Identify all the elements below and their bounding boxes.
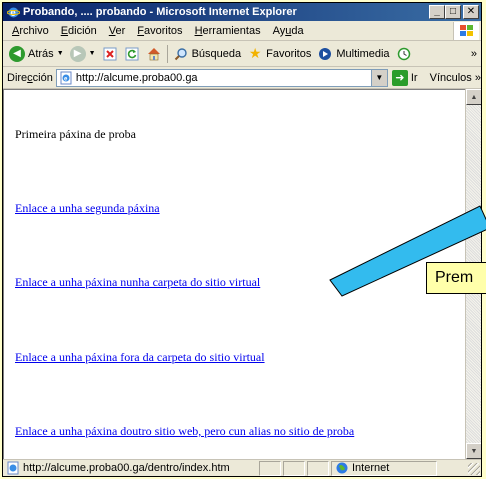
- search-icon: [173, 46, 189, 62]
- favorites-star-icon: ★: [248, 45, 262, 61]
- toolbar-more-button[interactable]: »: [468, 48, 481, 60]
- history-icon: [396, 46, 412, 62]
- svg-text:e: e: [10, 8, 16, 19]
- multimedia-button[interactable]: Multimedia: [314, 46, 392, 62]
- address-dropdown-icon[interactable]: ▼: [370, 69, 387, 86]
- link-alias-site-page[interactable]: Enlace a unha páxina doutro sitio web, p…: [15, 424, 354, 439]
- menu-favoritos[interactable]: Favoritos: [131, 25, 188, 37]
- windows-logo-icon: [453, 22, 479, 40]
- refresh-icon: [124, 46, 140, 62]
- home-icon: [146, 46, 162, 62]
- home-button[interactable]: [143, 46, 165, 62]
- toolbar: ◀ Atrás ▼ ▶ ▼ Búsqueda ★ Favoritos Multi…: [3, 41, 481, 67]
- menu-edicion[interactable]: Edición: [55, 25, 103, 37]
- back-dropdown-icon[interactable]: ▼: [57, 50, 64, 57]
- menu-archivo[interactable]: Archivo: [6, 25, 55, 37]
- back-button[interactable]: ◀ Atrás ▼: [6, 45, 67, 62]
- status-cell: [283, 460, 305, 476]
- link-second-page[interactable]: Enlace a unha segunda páxina: [15, 201, 160, 216]
- page-content: Primeira páxina de proba Enlace a unha s…: [3, 89, 465, 459]
- scroll-up-button[interactable]: ▲: [466, 89, 481, 105]
- status-bar: http://alcume.proba00.ga/dentro/index.ht…: [3, 459, 481, 476]
- link-outside-folder-page[interactable]: Enlace a unha páxina fora da carpeta do …: [15, 350, 265, 365]
- resize-grip[interactable]: [468, 463, 480, 475]
- toolbar-separator: [166, 44, 168, 63]
- page-icon: [6, 461, 20, 475]
- links-button[interactable]: Vínculos »: [430, 72, 481, 84]
- close-button[interactable]: ✕: [463, 5, 479, 19]
- status-cell: [307, 460, 329, 476]
- status-cell: [259, 460, 281, 476]
- ie-icon: e: [6, 5, 20, 19]
- forward-dropdown-icon[interactable]: ▼: [89, 50, 96, 57]
- go-arrow-icon: ➜: [391, 69, 408, 86]
- menu-herramientas[interactable]: Herramientas: [189, 25, 267, 37]
- menu-ayuda[interactable]: Ayuda: [267, 25, 310, 37]
- menu-bar: Archivo Edición Ver Favoritos Herramient…: [3, 21, 481, 41]
- address-bar: Dirección e http://alcume.proba00.ga ▼ ➜…: [3, 67, 481, 89]
- address-url: http://alcume.proba00.ga: [75, 71, 198, 84]
- title-bar: e Probando, .... probando - Microsoft In…: [3, 3, 481, 21]
- internet-globe-icon: [336, 462, 348, 474]
- address-label: Dirección: [7, 71, 53, 84]
- multimedia-icon: [317, 46, 333, 62]
- refresh-button[interactable]: [121, 46, 143, 62]
- minimize-button[interactable]: _: [429, 5, 445, 19]
- go-button[interactable]: ➜ Ir: [391, 69, 418, 86]
- favorites-button[interactable]: ★ Favoritos: [244, 45, 314, 62]
- window-title: Probando, .... probando - Microsoft Inte…: [23, 6, 297, 18]
- browser-window: e Probando, .... probando - Microsoft In…: [2, 2, 482, 477]
- stop-button[interactable]: [99, 46, 121, 62]
- forward-button[interactable]: ▶ ▼: [67, 45, 99, 62]
- page-heading: Primeira páxina de proba: [15, 127, 136, 141]
- back-arrow-icon: ◀: [9, 45, 25, 62]
- link-virtual-folder-page[interactable]: Enlace a unha páxina nunha carpeta do si…: [15, 275, 260, 290]
- page-icon: e: [59, 71, 73, 85]
- stop-icon: [102, 46, 118, 62]
- search-button[interactable]: Búsqueda: [170, 46, 245, 62]
- scroll-down-button[interactable]: ▼: [466, 443, 481, 459]
- menu-ver[interactable]: Ver: [103, 25, 132, 37]
- security-zone: Internet: [331, 460, 437, 476]
- callout-box: Prem: [426, 262, 486, 294]
- maximize-button[interactable]: □: [445, 5, 461, 19]
- status-url: http://alcume.proba00.ga/dentro/index.ht…: [23, 462, 230, 474]
- forward-arrow-icon: ▶: [69, 45, 86, 62]
- address-input[interactable]: e http://alcume.proba00.ga ▼: [55, 68, 388, 87]
- history-button[interactable]: [393, 46, 415, 62]
